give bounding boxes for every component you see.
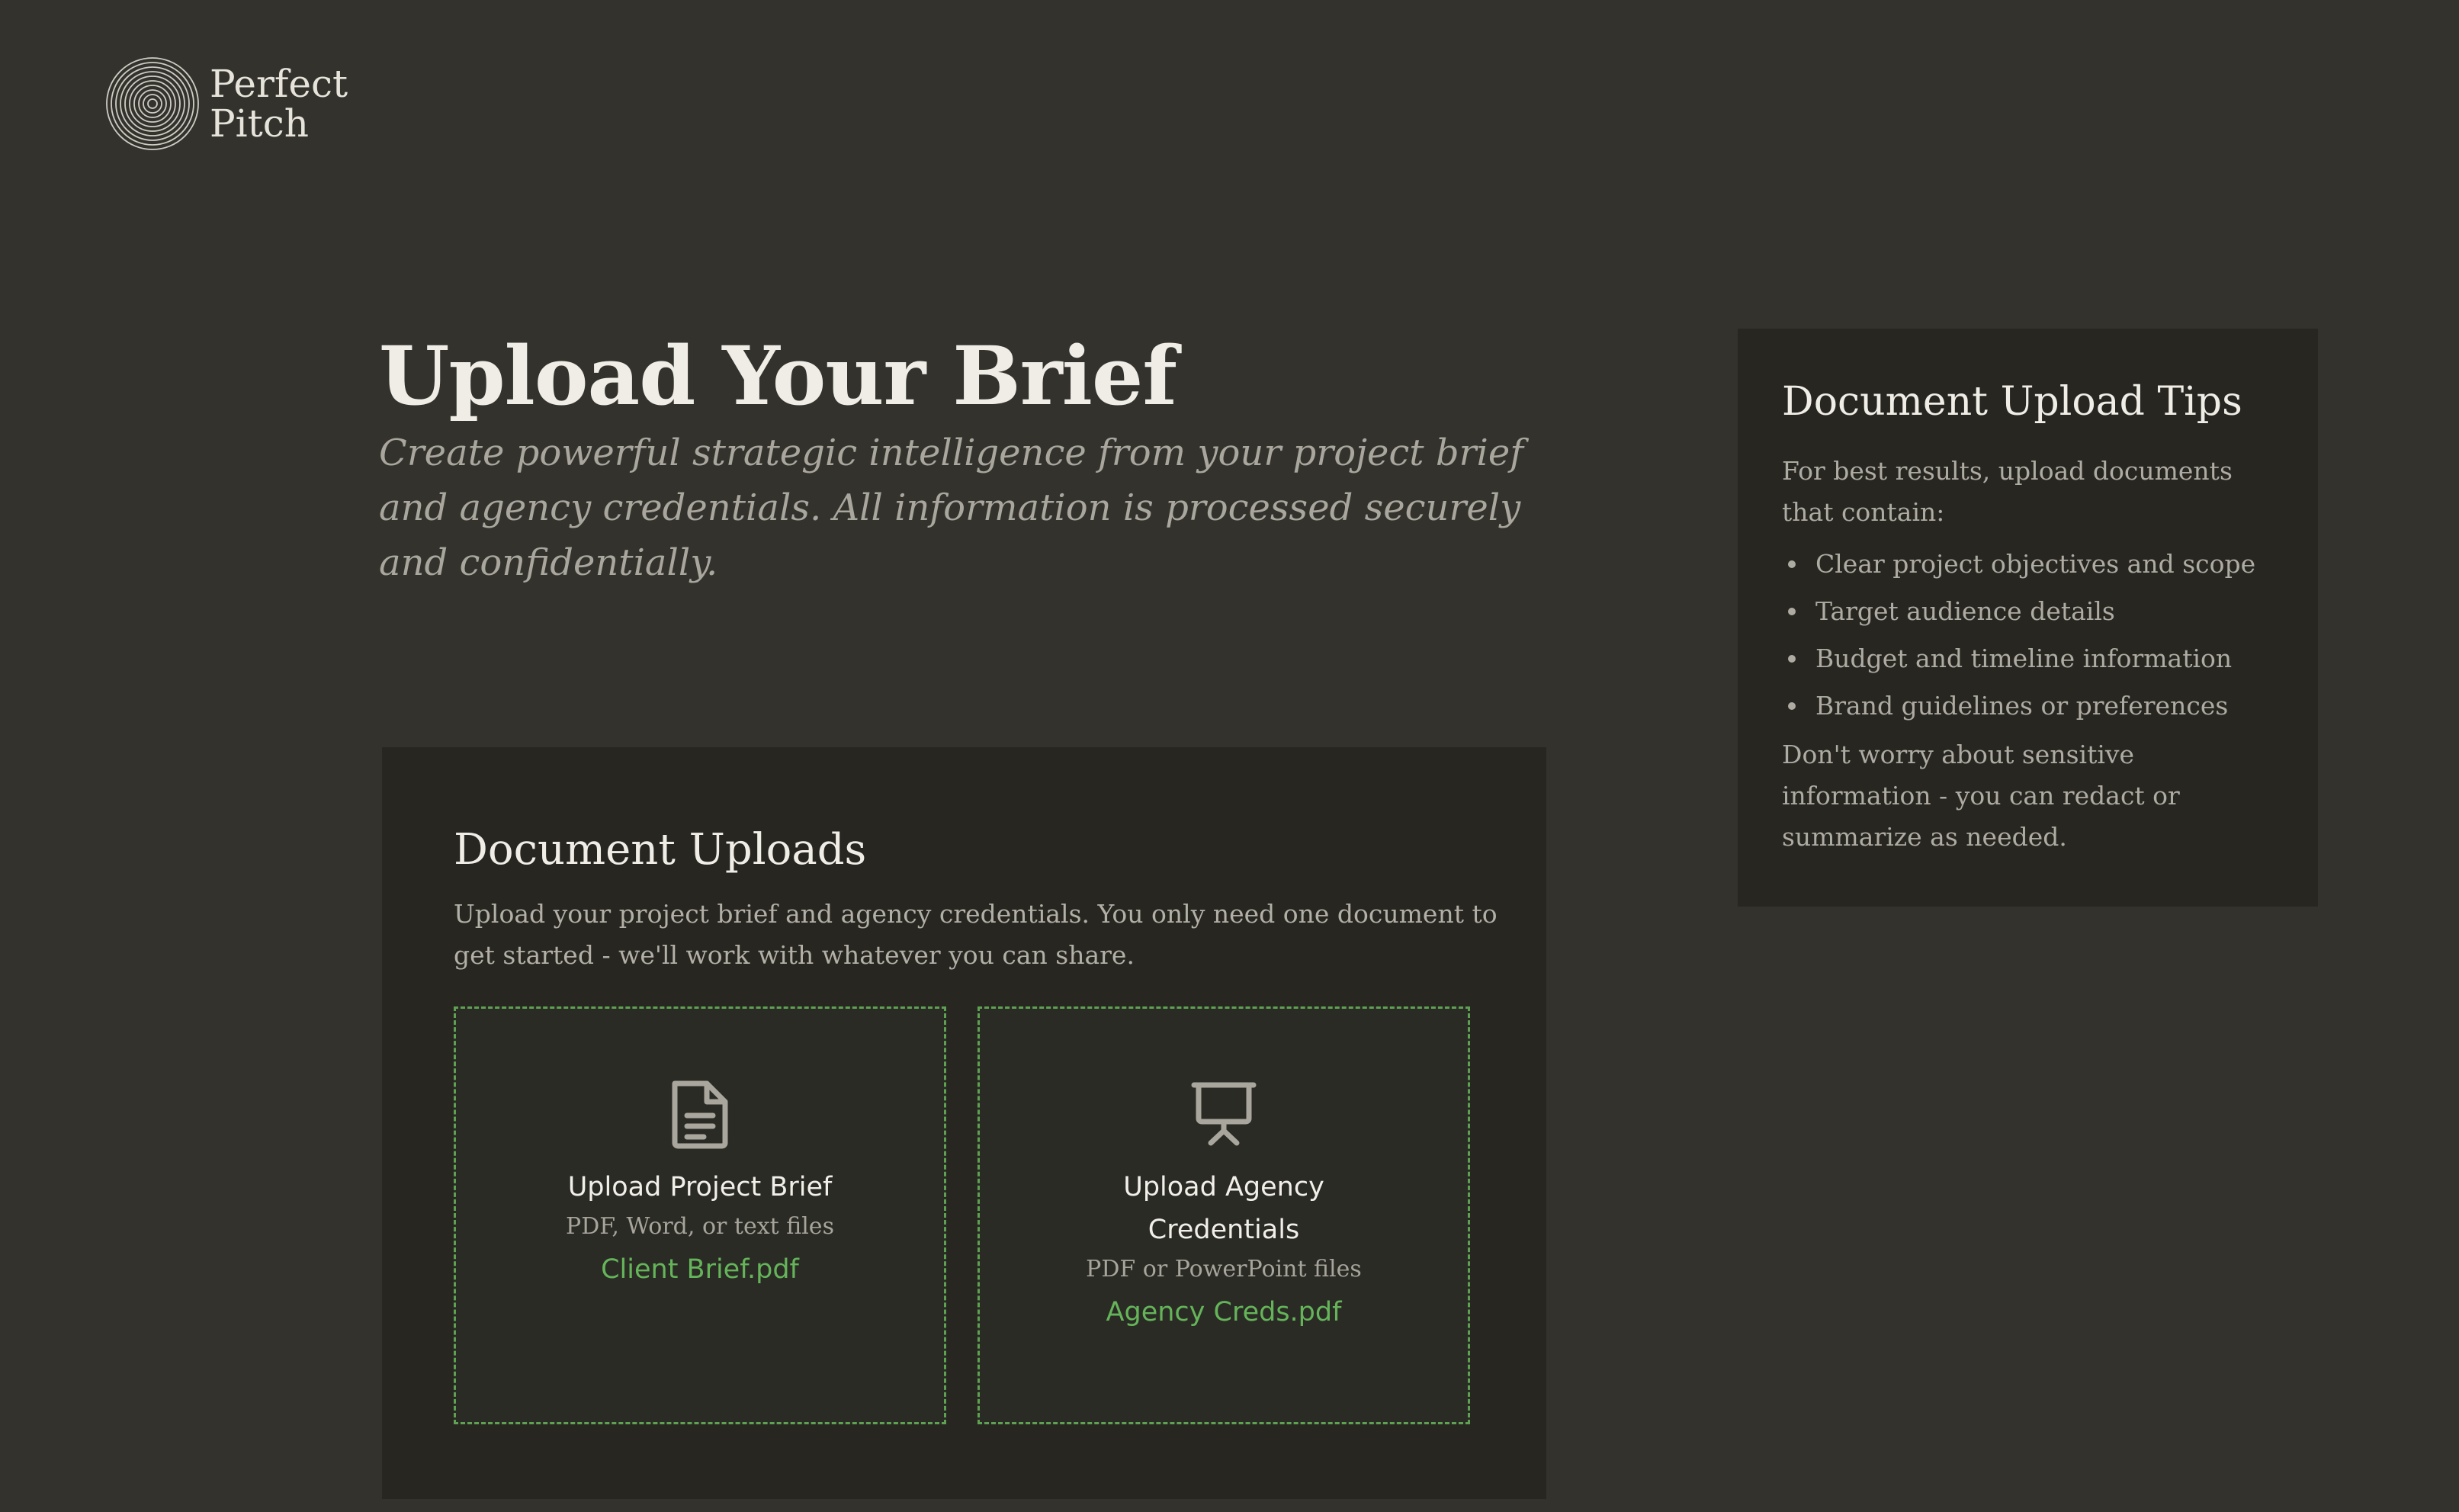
hero-section: Upload Your Brief Create powerful strate… (379, 326, 1599, 590)
document-uploads-panel: Document Uploads Upload your project bri… (382, 747, 1546, 1499)
uploads-title: Document Uploads (454, 825, 867, 875)
bullet-icon (1788, 560, 1796, 568)
tips-item-text: Target audience details (1815, 596, 2115, 626)
uploads-description: Upload your project brief and agency cre… (454, 899, 1498, 970)
page-subtitle: Create powerful strategic intelligence f… (379, 432, 1524, 584)
bullet-icon (1788, 702, 1796, 710)
bullet-icon (1788, 655, 1796, 663)
tips-list-item: Clear project objectives and scope (1782, 541, 2255, 588)
tips-list-item: Budget and timeline information (1782, 635, 2255, 682)
document-icon (672, 1080, 728, 1149)
tips-item-text: Clear project objectives and scope (1815, 549, 2256, 579)
presentation-icon (1191, 1082, 1257, 1146)
brand-name-line1: Perfect (210, 62, 348, 106)
brand-logo[interactable]: Perfect Pitch (104, 56, 348, 152)
project-brief-dropzone[interactable]: Upload Project Brief PDF, Word, or text … (454, 1006, 946, 1424)
project-brief-upload-label: Upload Project Brief (567, 1172, 833, 1202)
tips-list: Clear project objectives and scope Targe… (1782, 541, 2255, 730)
page-title: Upload Your Brief (379, 328, 1177, 423)
tips-item-text: Brand guidelines or preferences (1815, 691, 2229, 721)
tips-list-item: Target audience details (1782, 588, 2255, 635)
project-brief-formats: PDF, Word, or text files (566, 1213, 834, 1240)
agency-credentials-dropzone[interactable]: Upload Agency Credentials PDF or PowerPo… (978, 1006, 1470, 1424)
upload-tips-panel: Document Upload Tips For best results, u… (1738, 329, 2318, 907)
bullet-icon (1788, 608, 1796, 615)
agency-credentials-file-name[interactable]: Agency Creds.pdf (980, 1291, 1468, 1334)
project-brief-file-name[interactable]: Client Brief.pdf (456, 1248, 944, 1291)
brand-name-line2: Pitch (210, 101, 309, 146)
tips-item-text: Budget and timeline information (1815, 644, 2233, 673)
agency-credentials-formats: PDF or PowerPoint files (1086, 1256, 1362, 1282)
brand-name: Perfect Pitch (210, 64, 348, 143)
tips-note: Don't worry about sensitive information … (1782, 740, 2180, 852)
concentric-circles-logo-icon (106, 57, 199, 150)
tips-list-item: Brand guidelines or preferences (1782, 682, 2255, 730)
tips-intro: For best results, upload documents that … (1782, 456, 2233, 527)
agency-credentials-upload-label: Upload Agency Credentials (1123, 1172, 1324, 1245)
tips-title: Document Upload Tips (1782, 379, 2242, 425)
